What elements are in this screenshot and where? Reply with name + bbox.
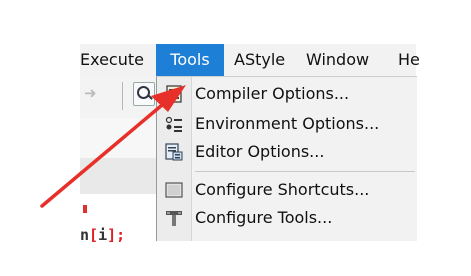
annotation-arrow-shaft [40, 98, 170, 208]
annotation-arrow [40, 85, 186, 208]
